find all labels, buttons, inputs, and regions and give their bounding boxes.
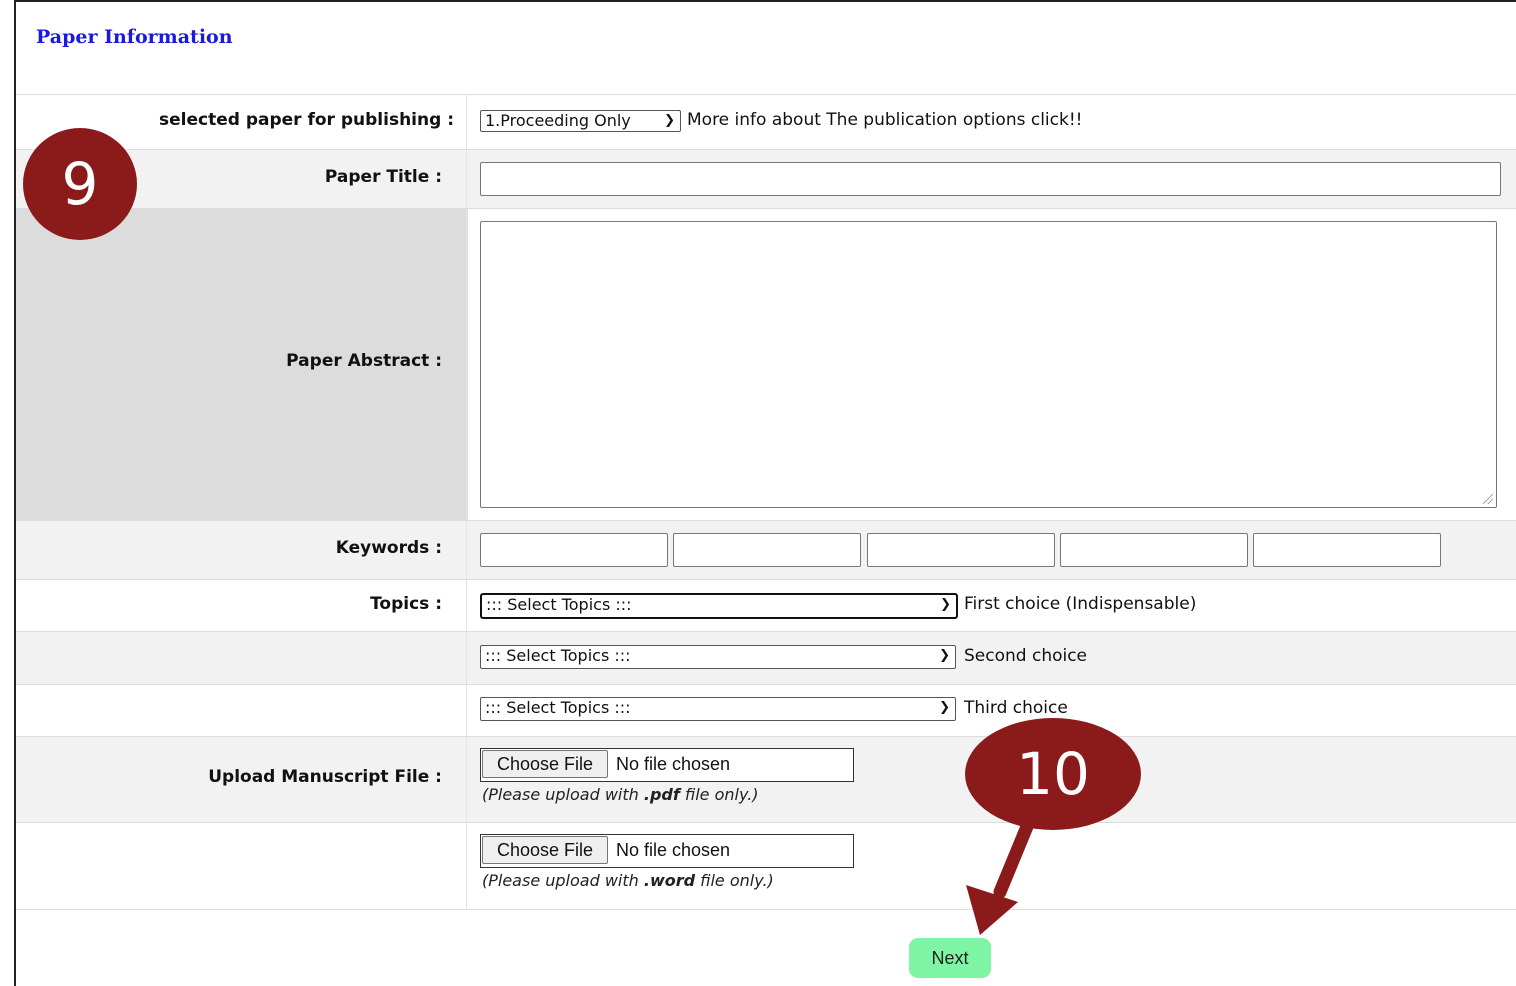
topics-label-cell: Topics : <box>16 580 467 631</box>
upload-hint-word-ext: .word <box>643 871 696 890</box>
title-label: Paper Title : <box>324 167 442 187</box>
publishing-cell: 1.Proceeding Only ❯ More info about The … <box>468 95 1516 149</box>
topics-label-cell-3 <box>16 685 467 736</box>
topics-cell-3: ::: Select Topics ::: ❯ Third choice <box>468 685 1516 736</box>
topic-note-third: Third choice <box>964 698 1068 718</box>
file-input-word[interactable]: Choose File No file chosen <box>480 834 854 868</box>
file-status-pdf: No file chosen <box>616 754 731 774</box>
chevron-down-icon: ❯ <box>939 700 950 715</box>
topics-cell-1: ::: Select Topics ::: ❯ First choice (In… <box>468 580 1516 631</box>
keyword-input-4[interactable] <box>1060 533 1248 567</box>
title-cell <box>468 150 1516 208</box>
upload-hint-word-prefix: (Please upload with <box>482 871 644 890</box>
row-upload-word: Choose File No file chosen (Please uploa… <box>16 822 1516 909</box>
upload-hint-word-suffix: file only.) <box>695 871 774 890</box>
row-upload-pdf: Upload Manuscript File : Choose File No … <box>16 736 1516 822</box>
choose-file-button-word[interactable]: Choose File <box>482 836 608 864</box>
choose-file-button-pdf[interactable]: Choose File <box>482 750 608 778</box>
form-frame: Paper Information selected paper for pub… <box>14 0 1516 986</box>
keyword-input-2[interactable] <box>673 533 861 567</box>
upload-hint-pdf-ext: .pdf <box>643 785 680 804</box>
row-topics-2: ::: Select Topics ::: ❯ Second choice <box>16 631 1516 684</box>
publishing-label: selected paper for publishing : <box>159 110 454 130</box>
step-9-annotation: 9 <box>23 128 137 240</box>
upload-label-cell: Upload Manuscript File : <box>16 737 467 822</box>
row-bottom-divider <box>16 909 1516 910</box>
row-topics-3: ::: Select Topics ::: ❯ Third choice <box>16 684 1516 736</box>
keywords-label-cell: Keywords : <box>16 521 467 579</box>
topics-label: Topics : <box>370 594 442 614</box>
chevron-down-icon: ❯ <box>664 113 675 128</box>
keyword-input-1[interactable] <box>480 533 668 567</box>
upload-label-cell-2 <box>16 823 467 909</box>
publishing-select-value: 1.Proceeding Only <box>485 111 631 130</box>
chevron-down-icon: ❯ <box>940 597 951 612</box>
row-keywords: Keywords : <box>16 520 1516 579</box>
step-10-annotation: 10 <box>965 718 1141 830</box>
topic-note-first: First choice (Indispensable) <box>964 594 1197 614</box>
keywords-cell <box>468 521 1516 579</box>
row-topics-1: Topics : ::: Select Topics ::: ❯ First c… <box>16 579 1516 631</box>
upload-label: Upload Manuscript File : <box>208 767 442 787</box>
section-title: Paper Information <box>36 26 233 48</box>
topic-select-first[interactable]: ::: Select Topics ::: ❯ <box>480 593 958 619</box>
row-abstract: Paper Abstract : <box>16 208 1516 520</box>
upload-hint-word: (Please upload with .word file only.) <box>482 871 774 890</box>
paper-abstract-textarea[interactable] <box>480 221 1497 508</box>
topics-label-cell-2 <box>16 632 467 684</box>
topic-select-third-value: ::: Select Topics ::: <box>485 698 631 717</box>
upload-hint-pdf-prefix: (Please upload with <box>482 785 644 804</box>
abstract-cell <box>468 209 1516 520</box>
keyword-input-5[interactable] <box>1253 533 1441 567</box>
topic-select-first-value: ::: Select Topics ::: <box>486 595 632 614</box>
upload-cell-word: Choose File No file chosen (Please uploa… <box>468 823 1516 909</box>
keyword-input-3[interactable] <box>867 533 1055 567</box>
abstract-label-cell: Paper Abstract : <box>16 209 467 520</box>
next-button[interactable]: Next <box>909 938 991 978</box>
chevron-down-icon: ❯ <box>939 648 950 663</box>
file-input-pdf[interactable]: Choose File No file chosen <box>480 748 854 782</box>
row-title: Paper Title : <box>16 149 1516 208</box>
resize-grip-icon[interactable] <box>1483 494 1493 504</box>
topic-select-third[interactable]: ::: Select Topics ::: ❯ <box>480 697 956 721</box>
keywords-label: Keywords : <box>335 538 442 558</box>
abstract-label: Paper Abstract : <box>286 351 442 371</box>
publishing-select[interactable]: 1.Proceeding Only ❯ <box>480 110 681 132</box>
upload-hint-pdf: (Please upload with .pdf file only.) <box>482 785 759 804</box>
upload-hint-pdf-suffix: file only.) <box>679 785 759 804</box>
paper-title-input[interactable] <box>480 162 1501 196</box>
row-publishing: selected paper for publishing : 1.Procee… <box>16 94 1516 149</box>
topics-cell-2: ::: Select Topics ::: ❯ Second choice <box>468 632 1516 684</box>
topic-select-second[interactable]: ::: Select Topics ::: ❯ <box>480 645 956 669</box>
file-status-word: No file chosen <box>616 840 731 860</box>
topic-note-second: Second choice <box>964 646 1088 666</box>
publication-info-link[interactable]: More info about The publication options … <box>687 110 1082 130</box>
topic-select-second-value: ::: Select Topics ::: <box>485 646 631 665</box>
